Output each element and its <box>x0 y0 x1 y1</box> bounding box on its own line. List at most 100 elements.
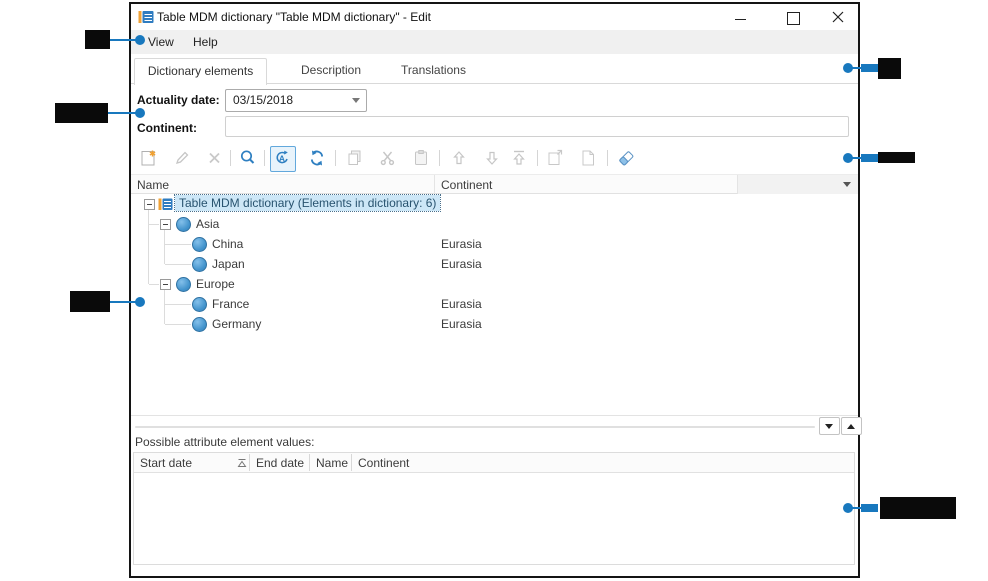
menu-view[interactable]: View <box>144 34 178 50</box>
minimize-button[interactable] <box>725 7 755 27</box>
splitter[interactable] <box>135 426 815 428</box>
tree-row[interactable]: Japan Eurasia <box>131 254 858 274</box>
tree-row[interactable]: France Eurasia <box>131 294 858 314</box>
toolbar-separator <box>537 150 538 166</box>
callout-line <box>110 39 137 41</box>
maximize-icon <box>787 12 800 25</box>
continent-cell[interactable]: Eurasia <box>441 237 482 251</box>
column-separator[interactable] <box>309 454 310 471</box>
callout-box <box>85 30 110 49</box>
add-item-icon <box>139 148 159 168</box>
close-icon <box>832 11 844 23</box>
document-button[interactable] <box>578 148 598 168</box>
refresh-button[interactable] <box>307 148 327 168</box>
move-down-button[interactable] <box>482 148 502 168</box>
close-button[interactable] <box>823 7 853 27</box>
actuality-date-combobox[interactable]: 03/15/2018 <box>225 89 367 112</box>
move-to-top-button[interactable] <box>509 148 529 168</box>
delete-button[interactable] <box>205 148 225 168</box>
element-icon <box>176 217 191 232</box>
column-separator[interactable] <box>249 454 250 471</box>
attribute-values-grid: Start date End date Name Continent <box>133 452 855 565</box>
element-icon <box>176 277 191 292</box>
tree-node-label[interactable]: China <box>212 237 243 251</box>
paste-button[interactable] <box>411 148 431 168</box>
triangle-up-icon <box>847 420 855 429</box>
tree-row[interactable]: Germany Eurasia <box>131 314 858 334</box>
column-start-date[interactable]: Start date <box>140 456 192 470</box>
callout-line <box>110 301 137 303</box>
column-separator[interactable] <box>434 175 435 194</box>
callout-line <box>108 112 137 114</box>
callout-dot <box>135 108 145 118</box>
document-icon <box>578 148 598 168</box>
callout-box <box>70 291 110 312</box>
add-item-button[interactable] <box>139 148 159 168</box>
toolbar-separator <box>439 150 440 166</box>
column-separator[interactable] <box>351 454 352 471</box>
tree-node-label[interactable]: Europe <box>196 277 235 291</box>
title-bar[interactable]: Table MDM dictionary "Table MDM dictiona… <box>131 4 858 30</box>
search-button[interactable] <box>238 148 258 168</box>
toolbar-separator <box>264 150 265 166</box>
continent-input[interactable] <box>225 116 849 137</box>
tab-dictionary-elements[interactable]: Dictionary elements <box>134 58 267 85</box>
tree-row[interactable]: China Eurasia <box>131 234 858 254</box>
tree-node-label[interactable]: Asia <box>196 217 219 231</box>
tree-node-label[interactable]: France <box>212 297 249 311</box>
paste-icon <box>411 148 431 168</box>
grid-column-name[interactable]: Name <box>137 178 169 192</box>
column-name[interactable]: Name <box>316 456 348 470</box>
tab-description[interactable]: Description <box>281 58 381 82</box>
cut-button[interactable] <box>378 148 398 168</box>
maximize-button[interactable] <box>778 7 808 27</box>
callout-dot <box>843 503 853 513</box>
tree-row-root[interactable]: Table MDM dictionary (Elements in dictio… <box>131 194 858 214</box>
callout-connector <box>861 64 878 72</box>
tab-translations[interactable]: Translations <box>381 58 486 82</box>
continent-cell[interactable]: Eurasia <box>441 297 482 311</box>
collapse-icon[interactable] <box>144 199 155 210</box>
edit-button[interactable] <box>172 148 192 168</box>
dialog-window: Table MDM dictionary "Table MDM dictiona… <box>129 2 860 578</box>
callout-box <box>878 152 915 163</box>
column-end-date[interactable]: End date <box>256 456 304 470</box>
move-up-button[interactable] <box>449 148 469 168</box>
callout-connector <box>861 504 878 512</box>
callout-box <box>880 497 956 519</box>
auto-refresh-icon: A <box>272 148 292 168</box>
export-document-button[interactable] <box>545 148 565 168</box>
collapse-icon[interactable] <box>160 279 171 290</box>
splitter-expand-button[interactable] <box>841 417 862 435</box>
tree-node-label[interactable]: Japan <box>212 257 245 271</box>
eraser-icon <box>616 148 636 168</box>
menu-help[interactable]: Help <box>189 34 222 50</box>
tree-node-label[interactable]: Germany <box>212 317 261 331</box>
attribute-grid-header: Start date End date Name Continent <box>134 453 854 473</box>
callout-box <box>55 103 108 123</box>
element-icon <box>192 317 207 332</box>
grid-column-continent[interactable]: Continent <box>441 178 492 192</box>
column-continent[interactable]: Continent <box>358 456 409 470</box>
splitter-collapse-button[interactable] <box>819 417 840 435</box>
table-dictionary-icon <box>138 9 154 25</box>
move-down-icon <box>482 148 502 168</box>
callout-dot <box>843 153 853 163</box>
actuality-date-label: Actuality date: <box>137 93 220 107</box>
tree-root-label[interactable]: Table MDM dictionary (Elements in dictio… <box>175 195 440 211</box>
continent-label: Continent: <box>137 121 197 135</box>
column-chooser-icon[interactable] <box>843 182 851 191</box>
continent-cell[interactable]: Eurasia <box>441 257 482 271</box>
continent-cell[interactable]: Eurasia <box>441 317 482 331</box>
collapse-icon[interactable] <box>160 219 171 230</box>
toolbar-separator <box>230 150 231 166</box>
tree-row[interactable]: Europe <box>131 274 858 294</box>
tree-row[interactable]: Asia <box>131 214 858 234</box>
table-dictionary-icon <box>158 197 173 212</box>
copy-button[interactable] <box>345 148 365 168</box>
svg-text:A: A <box>279 154 285 164</box>
toolbar-separator <box>335 150 336 166</box>
bottom-panel-label: Possible attribute element values: <box>135 435 314 449</box>
auto-refresh-toggle[interactable]: A <box>270 146 296 172</box>
clear-button[interactable] <box>616 148 636 168</box>
